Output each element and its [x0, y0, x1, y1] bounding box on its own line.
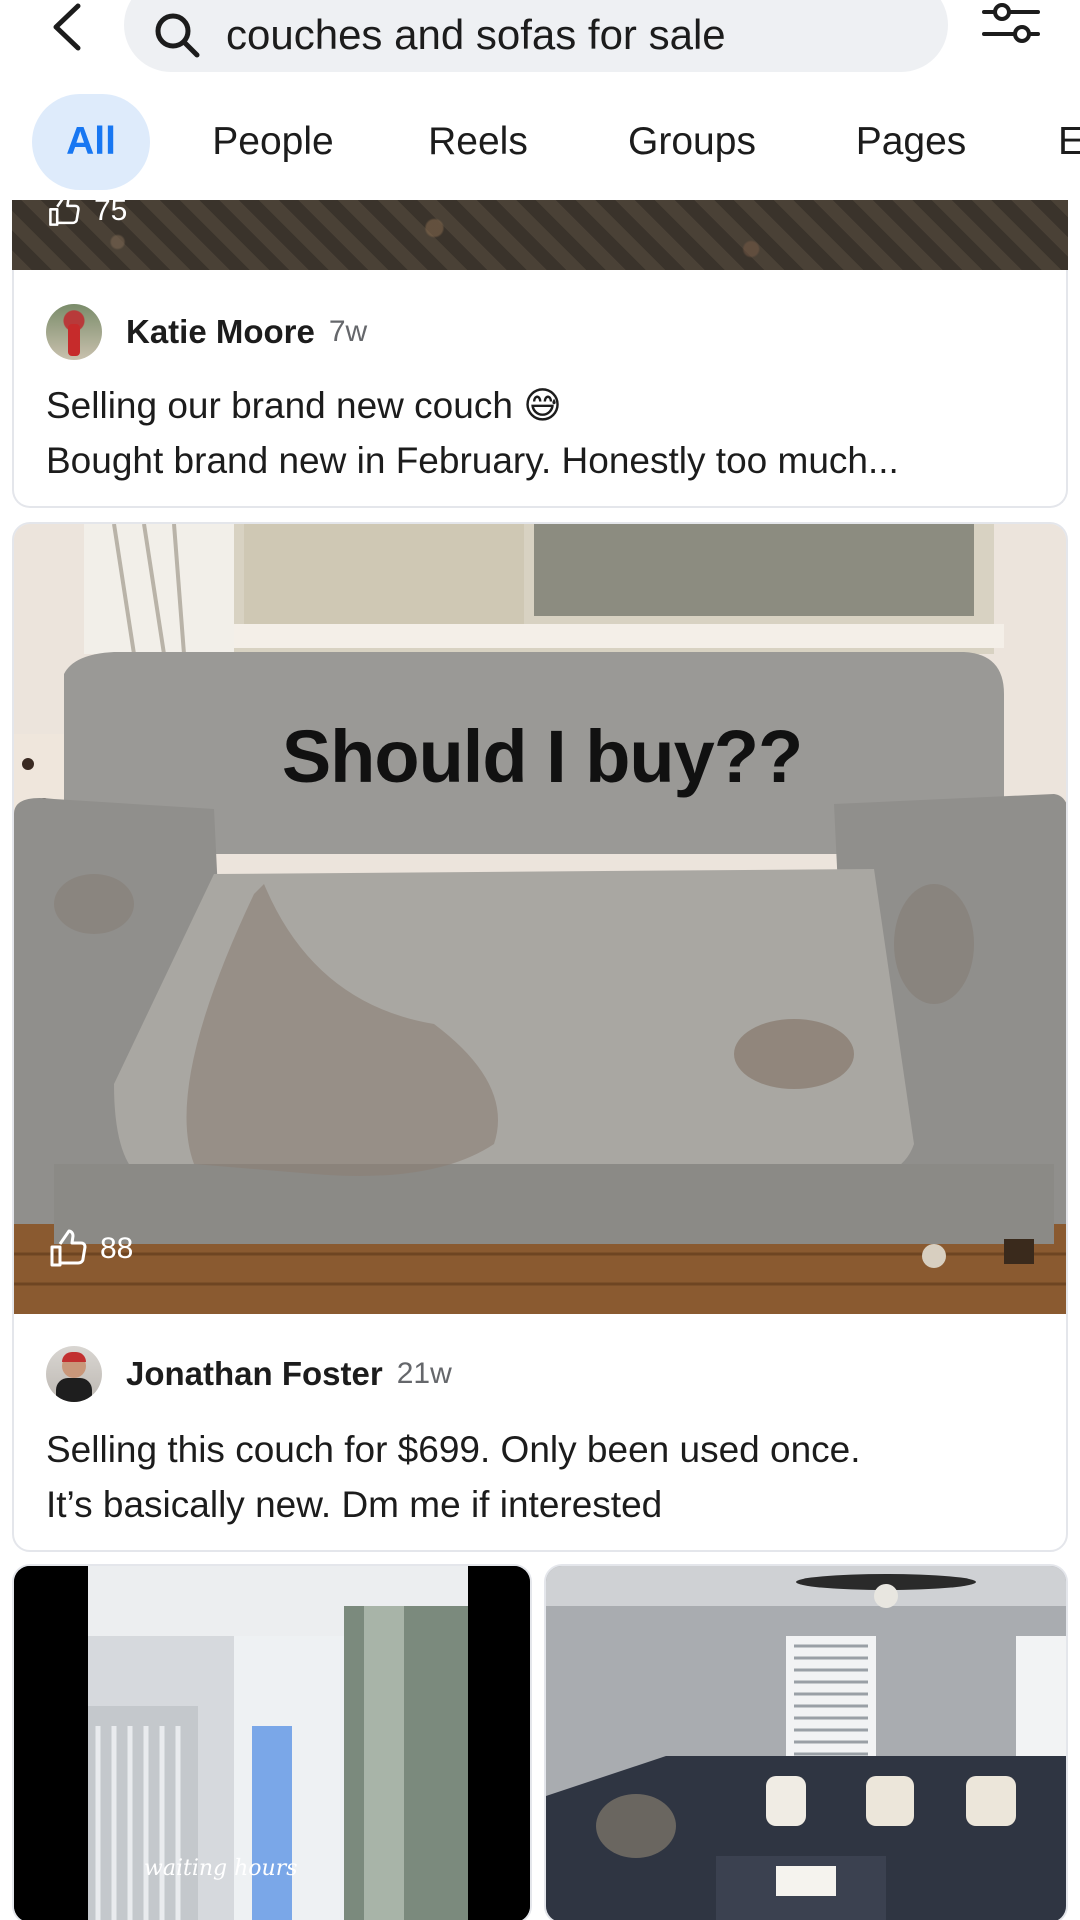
like-count: 88 [100, 1232, 134, 1265]
thumbs-up-icon [49, 200, 80, 226]
post-time: 7w [328, 315, 368, 348]
like-count-badge: 88 [46, 1229, 133, 1269]
post-text: Selling this couch for $699. Only been u… [46, 1422, 1046, 1532]
post-card-katie[interactable]: Katie Moore 7w Selling our brand new cou… [12, 270, 1068, 508]
back-button[interactable] [36, 2, 96, 52]
tab-all[interactable]: All [32, 94, 150, 190]
result-image-curtains[interactable]: waiting hours [12, 1564, 532, 1920]
search-results-feed[interactable]: 75 Katie Moore 7w Selling our brand new … [0, 200, 1080, 1920]
post-card-jonathan[interactable]: Should I buy?? 88 Jonathan Foster 21w Se… [12, 522, 1068, 1552]
image-caption: waiting hours [144, 1856, 298, 1881]
post-text-line-2: It’s basically new. Dm me if interested [46, 1484, 663, 1525]
top-bar [0, 0, 1080, 90]
search-input[interactable] [226, 11, 926, 59]
tab-more[interactable]: E [1058, 94, 1080, 190]
sectional-photo [546, 1566, 1066, 1920]
post-header: Katie Moore 7w [46, 304, 367, 360]
tab-reels[interactable]: Reels [418, 94, 538, 190]
avatar[interactable] [46, 304, 102, 360]
search-tabs: All People Reels Groups Pages E [0, 90, 1080, 200]
tab-people[interactable]: People [198, 94, 348, 190]
filter-sliders-icon [982, 3, 1040, 43]
post-text-line-1: Selling our brand new couch 😅 [46, 385, 562, 426]
couch-photo [14, 524, 1066, 1314]
search-field[interactable] [124, 0, 948, 72]
tab-groups[interactable]: Groups [614, 94, 770, 190]
avatar[interactable] [46, 1346, 102, 1402]
image-caption: Should I buy?? [281, 715, 803, 798]
author-name[interactable]: Katie Moore [126, 313, 315, 351]
filter-button[interactable] [980, 0, 1042, 50]
post-text-line-1: Selling this couch for $699. Only been u… [46, 1429, 861, 1470]
post-time: 21w [396, 1357, 452, 1390]
post-text-line-2: Bought brand new in February. Honestly t… [46, 440, 899, 481]
post-header: Jonathan Foster 21w [46, 1346, 452, 1402]
result-image-sectional[interactable] [544, 1564, 1068, 1920]
like-count-badge: 75 [44, 200, 127, 228]
tab-pages[interactable]: Pages [846, 94, 976, 190]
author-name[interactable]: Jonathan Foster [126, 1355, 383, 1393]
post-text: Selling our brand new couch 😅 Bought bra… [46, 378, 1046, 488]
thumbs-up-icon [50, 1229, 87, 1267]
post-image-partial[interactable]: 75 [12, 200, 1068, 270]
search-icon [155, 13, 200, 58]
post-image-couch[interactable]: Should I buy?? 88 [14, 524, 1066, 1314]
chevron-left-icon [53, 3, 81, 51]
like-count: 75 [94, 200, 128, 227]
